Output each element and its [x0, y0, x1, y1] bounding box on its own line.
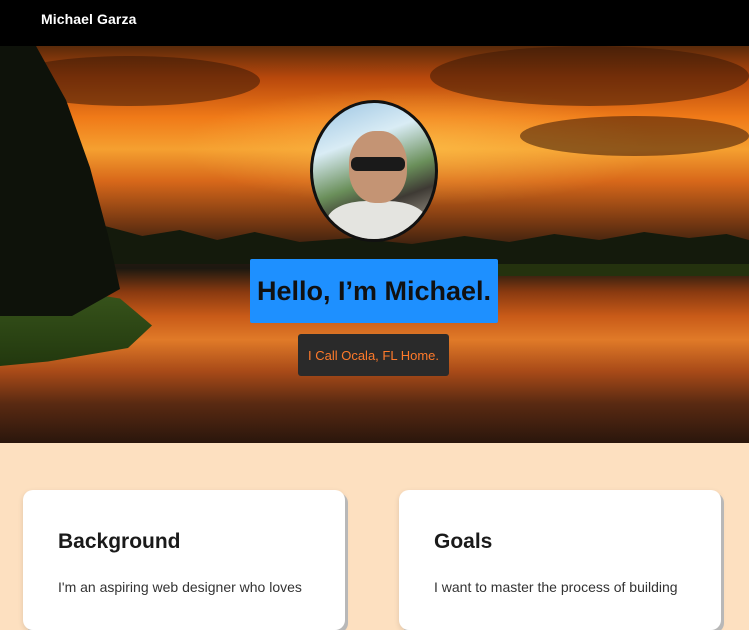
card-title: Goals [434, 530, 493, 553]
card-title: Background [58, 530, 181, 553]
avatar-shirt [327, 201, 427, 239]
card-text: I want to master the process of building [434, 579, 678, 595]
hero-far-bank [460, 264, 749, 276]
navbar: Michael Garza [0, 0, 749, 46]
profile-avatar [310, 100, 438, 242]
avatar-sunglasses [351, 157, 405, 171]
hero-heading: Hello, I’m Michael. [250, 259, 498, 323]
hero-cloud [430, 46, 749, 106]
background-card: Background I'm an aspiring web designer … [23, 490, 345, 630]
card-text: I'm an aspiring web designer who loves [58, 579, 302, 595]
brand-link[interactable]: Michael Garza [41, 11, 136, 27]
hero-section: Hello, I’m Michael. I Call Ocala, FL Hom… [0, 46, 749, 443]
goals-card: Goals I want to master the process of bu… [399, 490, 721, 630]
hero-tagline: I Call Ocala, FL Home. [298, 334, 449, 376]
hero-cloud [520, 116, 749, 156]
